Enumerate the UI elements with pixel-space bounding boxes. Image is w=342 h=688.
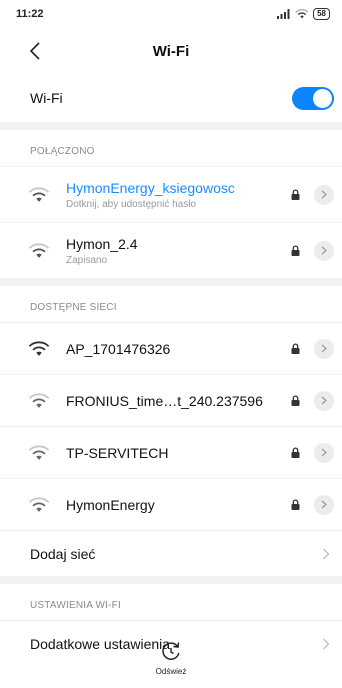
network-details-button[interactable] — [314, 240, 334, 261]
network-row-connected-0[interactable]: HymonEnergy_ksiegowosc Dotknij, aby udos… — [0, 166, 342, 222]
add-network-label: Dodaj sieć — [30, 545, 96, 562]
network-details-button[interactable] — [314, 184, 334, 205]
section-title-connected: POŁĄCZONO — [30, 146, 95, 157]
lock-icon — [291, 499, 300, 510]
status-icons: 58 — [277, 8, 330, 20]
network-row-available-2[interactable]: TP-SERVITECH — [0, 426, 342, 478]
section-title-available: DOSTĘPNE SIECI — [30, 302, 117, 313]
network-name: AP_1701476326 — [66, 340, 171, 357]
lock-icon — [291, 189, 300, 200]
network-row-connected-1[interactable]: Hymon_2.4 Zapisano — [0, 222, 342, 278]
wifi-signal-icon — [28, 444, 50, 460]
network-name: HymonEnergy_ksiegowosc — [66, 179, 235, 196]
refresh-icon — [162, 642, 180, 660]
wifi-toggle-switch[interactable] — [292, 86, 334, 110]
lock-icon — [291, 343, 300, 354]
network-details-button[interactable] — [314, 494, 334, 515]
section-title-settings: USTAWIENIA WI-FI — [30, 600, 121, 611]
wifi-signal-icon — [28, 340, 50, 356]
cell-signal-icon — [277, 9, 290, 19]
wifi-toggle-label: Wi-Fi — [30, 90, 63, 106]
header: Wi-Fi — [0, 28, 342, 74]
lock-icon — [291, 395, 300, 406]
network-subtitle: Dotknij, aby udostępnić hasło — [66, 198, 197, 210]
chevron-right-icon — [321, 396, 327, 405]
chevron-right-icon — [321, 190, 327, 199]
network-text: Hymon_2.4 Zapisano — [66, 236, 291, 266]
network-text: TP-SERVITECH — [66, 445, 291, 461]
chevron-right-icon — [321, 500, 327, 509]
chevron-right-icon — [321, 246, 327, 255]
section-separator — [0, 576, 342, 584]
page-title: Wi-Fi — [152, 42, 190, 60]
network-text: AP_1701476326 — [66, 341, 291, 357]
network-name: FRONIUS_time…t_240.237596 — [66, 392, 263, 409]
add-network-row[interactable]: Dodaj sieć — [0, 530, 342, 576]
network-row-available-1[interactable]: FRONIUS_time…t_240.237596 — [0, 374, 342, 426]
network-name: HymonEnergy — [66, 496, 155, 513]
wifi-signal-icon — [28, 496, 50, 512]
switch-knob — [313, 88, 332, 108]
chevron-right-icon — [323, 548, 330, 559]
network-details-button[interactable] — [314, 442, 334, 463]
lock-icon — [291, 245, 300, 256]
wifi-signal-icon — [28, 186, 50, 202]
chevron-right-icon — [321, 344, 327, 353]
wifi-signal-icon — [28, 242, 50, 258]
network-text: HymonEnergy — [66, 497, 291, 513]
network-subtitle: Zapisano — [66, 254, 108, 266]
section-separator — [0, 278, 342, 286]
network-name: TP-SERVITECH — [66, 444, 169, 461]
back-arrow-icon[interactable] — [26, 40, 46, 62]
network-name: Hymon_2.4 — [66, 235, 138, 252]
wifi-toggle-row[interactable]: Wi-Fi — [0, 74, 342, 122]
wifi-status-icon — [295, 9, 309, 19]
status-time: 11:22 — [16, 8, 44, 20]
network-text: FRONIUS_time…t_240.237596 — [66, 393, 291, 409]
refresh-button[interactable]: Odśwież — [0, 632, 342, 688]
status-bar: 11:22 58 — [0, 0, 342, 28]
refresh-label: Odśwież — [155, 667, 187, 676]
lock-icon — [291, 447, 300, 458]
network-row-available-0[interactable]: AP_1701476326 — [0, 322, 342, 374]
battery-indicator: 58 — [313, 8, 330, 20]
wifi-signal-icon — [28, 392, 50, 408]
chevron-right-icon — [321, 448, 327, 457]
network-details-button[interactable] — [314, 338, 334, 359]
network-details-button[interactable] — [314, 390, 334, 411]
network-row-available-3[interactable]: HymonEnergy — [0, 478, 342, 530]
network-text: HymonEnergy_ksiegowosc Dotknij, aby udos… — [66, 180, 291, 210]
section-separator — [0, 122, 342, 130]
